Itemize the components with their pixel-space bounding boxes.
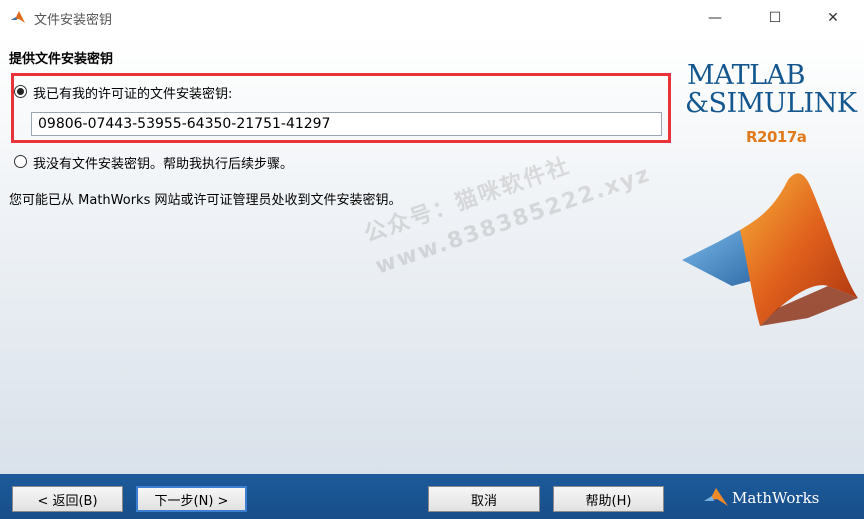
have-key-radio[interactable] xyxy=(14,85,27,98)
close-icon[interactable]: ✕ xyxy=(810,0,856,36)
membrane-logo-icon xyxy=(682,173,858,326)
minimize-icon[interactable]: — xyxy=(692,0,738,36)
window-title: 文件安装密钥 xyxy=(34,13,113,28)
back-button[interactable]: < 返回(B) xyxy=(12,486,123,512)
matlab-icon xyxy=(11,11,25,23)
no-key-radio[interactable] xyxy=(14,155,27,168)
no-key-label[interactable]: 我没有文件安装密钥。帮助我执行后续步骤。 xyxy=(33,153,293,172)
product-logo: MATLAB &SIMULINK xyxy=(685,60,857,119)
info-text: 您可能已从 MathWorks 网站或许可证管理员处收到文件安装密钥。 xyxy=(9,193,402,208)
title-bar: 文件安装密钥 — ☐ ✕ xyxy=(0,0,864,36)
mathworks-wordmark: MathWorks xyxy=(732,489,820,507)
mathworks-logo-icon xyxy=(704,488,728,506)
page-title: 提供文件安装密钥 xyxy=(9,52,114,67)
have-key-label[interactable]: 我已有我的许可证的文件安装密钥: xyxy=(33,83,232,102)
cancel-button[interactable]: 取消 xyxy=(428,486,540,512)
maximize-icon[interactable]: ☐ xyxy=(752,0,798,36)
logo-line1: MATLAB xyxy=(687,60,805,91)
logo-line2: &SIMULINK xyxy=(685,88,857,119)
help-button[interactable]: 帮助(H) xyxy=(553,486,664,512)
release-badge: R2017a xyxy=(746,128,807,146)
install-key-input[interactable] xyxy=(31,112,662,136)
next-button[interactable]: 下一步(N) > xyxy=(136,486,247,512)
